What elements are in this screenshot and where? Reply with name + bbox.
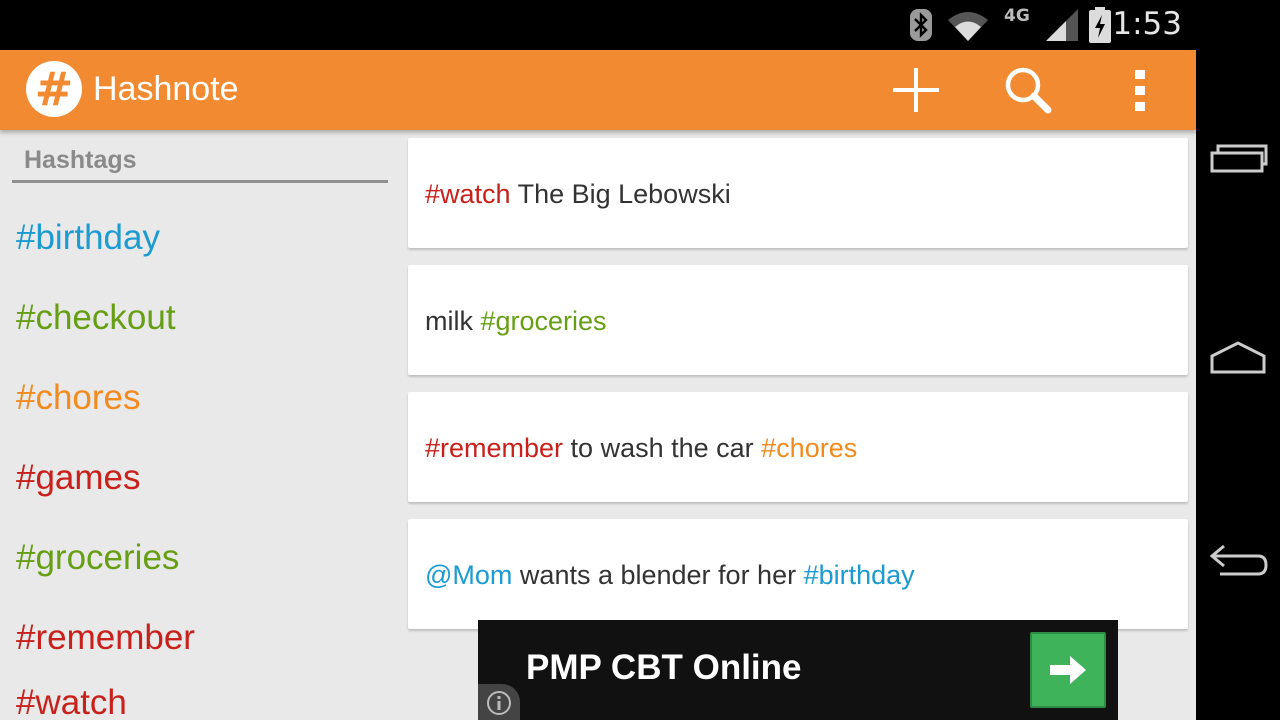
ad-info-button[interactable] (478, 684, 520, 720)
note-card[interactable]: @Mom wants a blender for her #birthday (408, 519, 1188, 629)
arrow-right-icon (1050, 656, 1086, 684)
back-icon (1209, 544, 1268, 576)
ad-text: PMP CBT Online (526, 648, 802, 687)
wifi-icon (948, 12, 988, 41)
add-note-button[interactable] (886, 62, 946, 118)
sidebar-tag[interactable]: #groceries (16, 538, 179, 578)
ad-open-button[interactable] (1030, 632, 1106, 708)
battery-charging-icon (1089, 7, 1111, 43)
sidebar-tag[interactable]: #games (16, 458, 141, 498)
sidebar-divider (12, 180, 388, 183)
navigation-bar (1196, 0, 1280, 720)
search-icon (1005, 67, 1052, 114)
search-button[interactable] (998, 62, 1058, 118)
note-text: milk #groceries (425, 306, 607, 337)
note-text: @Mom wants a blender for her #birthday (425, 560, 915, 591)
overflow-menu-icon (1135, 70, 1145, 111)
home-button[interactable] (1208, 336, 1270, 386)
network-type-label: 4G (1004, 6, 1030, 26)
sidebar-tag[interactable]: #chores (16, 378, 141, 418)
app-window: # Hashnote Hashtags #birthday #checkout … (0, 50, 1196, 720)
note-segment: to wash the car (563, 433, 762, 463)
sidebar-tag[interactable]: #checkout (16, 298, 176, 338)
note-text: #watch The Big Lebowski (425, 179, 731, 210)
hashtags-sidebar: Hashtags #birthday #checkout #chores #ga… (0, 130, 400, 720)
screen: 4G 1:53 # Hashnote Hashtags #birthday #c… (0, 0, 1280, 720)
note-card[interactable]: #remember to wash the car #chores (408, 392, 1188, 502)
clock: 1:53 (1112, 6, 1182, 42)
add-icon (893, 68, 939, 112)
hashtag-link: #birthday (803, 560, 915, 590)
sidebar-tag[interactable]: #remember (16, 618, 195, 658)
hashtag-link: #groceries (480, 306, 607, 336)
ad-banner[interactable]: PMP CBT Online (478, 620, 1118, 720)
note-card[interactable]: #watch The Big Lebowski (408, 138, 1188, 248)
sidebar-header: Hashtags (24, 146, 137, 174)
note-text: #remember to wash the car #chores (425, 433, 857, 464)
hashtag-link: #watch (425, 179, 511, 209)
recent-apps-icon (1210, 144, 1268, 173)
home-icon (1210, 341, 1266, 374)
app-logo-icon[interactable]: # (26, 61, 82, 117)
signal-icon (1046, 9, 1078, 41)
app-title: Hashnote (93, 70, 239, 108)
back-button[interactable] (1208, 534, 1270, 584)
status-bar: 4G 1:53 (0, 0, 1196, 50)
note-segment: milk (425, 306, 481, 336)
overflow-menu-button[interactable] (1110, 62, 1170, 118)
action-bar: # Hashnote (0, 50, 1196, 130)
note-segment: wants a blender for her (512, 560, 804, 590)
note-segment: The Big Lebowski (510, 179, 731, 209)
mention-link: @Mom (425, 560, 513, 590)
recent-apps-button[interactable] (1208, 136, 1270, 186)
sidebar-tag[interactable]: #watch (16, 683, 127, 720)
info-icon (487, 691, 511, 715)
hashtag-link: #remember (425, 433, 564, 463)
sidebar-tag[interactable]: #birthday (16, 218, 160, 258)
bluetooth-icon (910, 9, 932, 41)
hashtag-link: #chores (761, 433, 858, 463)
note-card[interactable]: milk #groceries (408, 265, 1188, 375)
